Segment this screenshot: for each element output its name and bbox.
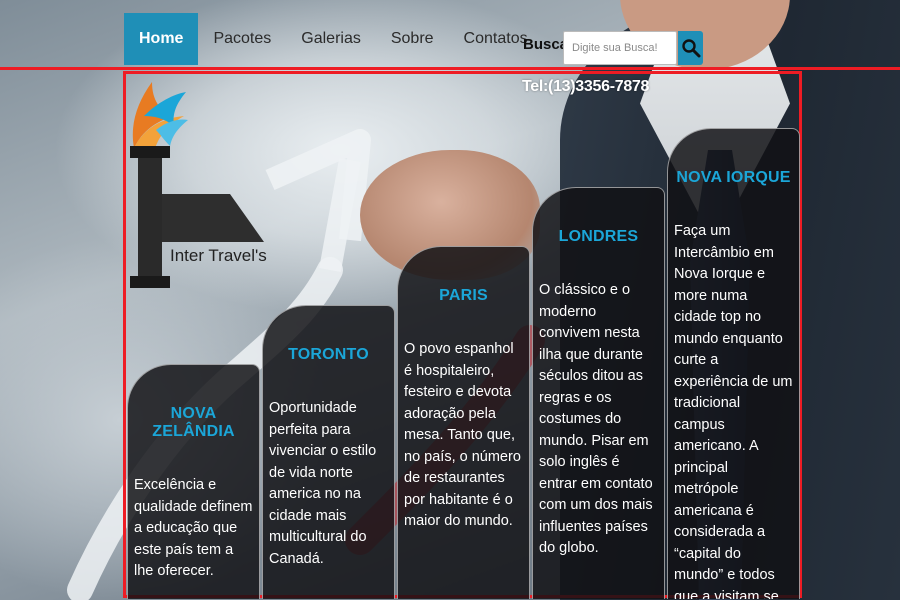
card-title: NOVA ZELÂNDIA [152,405,235,440]
header-divider-line [0,67,900,70]
search-button[interactable] [678,31,703,65]
card-description: Excelência e qualidade definem a educaçã… [134,477,253,579]
destination-card-londres[interactable]: LONDRES O clássico e o moderno convivem … [532,187,665,599]
search-icon [681,39,700,58]
nav-item-pacotes[interactable]: Pacotes [198,13,286,65]
card-title: NOVA IORQUE [676,169,791,186]
nav-item-sobre[interactable]: Sobre [376,13,449,65]
card-description: Oportunidade perfeita para vivenciar o e… [269,400,377,567]
destination-card-paris[interactable]: PARIS O povo espanhol é hospitaleiro, fe… [397,246,530,599]
card-title: PARIS [439,287,488,304]
nav-item-home[interactable]: Home [124,13,199,65]
card-title: LONDRES [558,228,639,245]
nav-item-galerias[interactable]: Galerias [286,13,376,65]
phone-number: Tel:(13)3356-7878 [522,78,650,95]
card-title: TORONTO [288,346,369,363]
destination-card-toronto[interactable]: TORONTO Oportunidade perfeita para viven… [262,305,395,599]
search-input[interactable] [563,31,677,65]
card-description: Faça um Intercâmbio em Nova Iorque e mor… [674,223,793,599]
destination-card-nova-iorque[interactable]: NOVA IORQUE Faça um Intercâmbio em Nova … [667,128,800,599]
card-description: O clássico e o moderno convivem nesta il… [539,282,653,556]
card-description: O povo espanhol é hospitaleiro, festeiro… [404,341,521,529]
destination-card-nova-zelandia[interactable]: NOVA ZELÂNDIA Excelência e qualidade def… [127,364,260,599]
brand-name: Inter Travel's [170,246,267,265]
main-nav: Home Pacotes Galerias Sobre Contatos [124,13,543,65]
